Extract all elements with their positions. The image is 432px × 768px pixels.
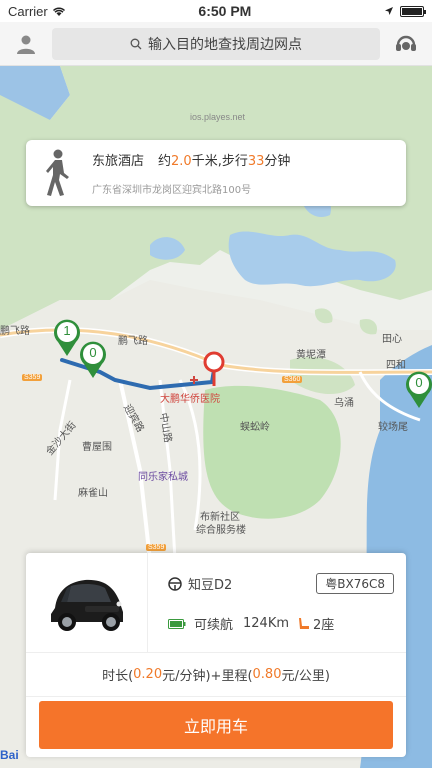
map-label-caowuwei: 曹屋围: [82, 442, 112, 453]
battery-icon: [400, 5, 426, 17]
location-arrow-icon: [385, 7, 393, 15]
license-plate: 粤BX76C8: [316, 573, 394, 594]
price-per-km: 0.80: [252, 667, 282, 682]
search-input[interactable]: 输入目的地查找周边网点: [52, 27, 380, 60]
price-time-prefix: 时长(: [102, 669, 134, 684]
wifi-icon: [52, 7, 65, 16]
car-model: 知豆D2: [188, 578, 233, 593]
distance-unit: 千米,步行: [191, 154, 248, 169]
person-icon: [17, 35, 35, 54]
baidu-logo: Bai: [0, 748, 19, 762]
map-label-buxin2: 综合服务楼: [196, 525, 246, 536]
walk-time-value: 33: [247, 154, 265, 169]
car-image: [26, 553, 148, 653]
map-label-tongle: 同乐家私城: [138, 472, 188, 483]
price-time-unit: 元/分钟)+里程(: [162, 669, 253, 684]
car-icon: [50, 579, 123, 631]
map-label-jiaoyongwei: 较场尾: [378, 422, 408, 433]
map-label-road-pengfei: 鹏飞路: [118, 336, 148, 347]
destination-address: 广东省深圳市龙岗区迎宾北路100号: [92, 185, 252, 196]
distance-summary: 约2.0千米,步行33分钟: [158, 150, 290, 169]
carrier-label: Carrier: [8, 3, 48, 19]
range-value: 124Km: [243, 616, 290, 631]
seat-count: 2座: [313, 618, 335, 633]
profile-button[interactable]: [10, 28, 42, 60]
price-km-unit: 元/公里): [281, 669, 330, 684]
search-icon: [130, 38, 142, 49]
status-time: 6:50 PM: [198, 3, 252, 19]
headset-icon: [396, 35, 416, 51]
price-info: 时长(0.20 元/分钟)+里程(0.80 元/公里): [26, 653, 406, 697]
distance-value: 2.0: [171, 154, 192, 169]
road-tag: S359: [22, 374, 43, 381]
map-label-maqueshan: 麻雀山: [78, 488, 108, 499]
seat-icon: [299, 617, 310, 629]
range-label: 可续航: [194, 618, 234, 633]
map-label-wuyong: 乌涌: [334, 398, 354, 409]
watermark-text: ios.playes.net: [190, 112, 246, 122]
walk-icon-wrap: [26, 140, 88, 206]
top-bar: 输入目的地查找周边网点: [0, 22, 432, 66]
destination-name: 东旅酒店: [92, 154, 145, 169]
walking-route-card[interactable]: 东旅酒店 约2.0千米,步行33分钟 广东省深圳市龙岗区迎宾北路100号: [26, 140, 406, 206]
battery-range-icon: [168, 618, 186, 629]
road-tag: S359: [146, 544, 167, 551]
walking-person-icon: [46, 149, 69, 196]
price-per-minute: 0.20: [133, 667, 163, 682]
walk-time-unit: 分钟: [264, 154, 291, 169]
marker-count: 1: [63, 323, 71, 338]
distance-prefix: 约: [158, 154, 172, 169]
station-marker[interactable]: 0: [404, 370, 432, 410]
map-label-tianxin: 田心: [382, 334, 402, 345]
map-label-sihe: 四和: [386, 360, 406, 371]
marker-count: 0: [89, 345, 97, 360]
car-info-panel: 知豆D2 粤BX76C8 可续航 124Km 2座 时长(0.20 元/分钟)+里…: [26, 553, 406, 757]
station-marker[interactable]: 0: [78, 340, 108, 380]
map-label-huangnitan: 黄坭潭: [296, 350, 326, 361]
status-bar: Carrier 6:50 PM: [0, 0, 432, 22]
customer-service-button[interactable]: [390, 28, 422, 60]
map-label-road-pengfei-left: 鹏飞路: [0, 326, 30, 337]
use-car-button[interactable]: 立即用车: [39, 701, 393, 749]
battery-fill: [402, 7, 422, 15]
map-label-hospital: 大鹏华侨医院: [160, 394, 220, 405]
map-label-wuyongling: 蜈蚣岭: [240, 422, 270, 433]
search-placeholder: 输入目的地查找周边网点: [148, 36, 302, 53]
steering-wheel-icon: [168, 576, 182, 591]
marker-count: 0: [415, 375, 423, 390]
road-tag: S360: [282, 376, 303, 383]
